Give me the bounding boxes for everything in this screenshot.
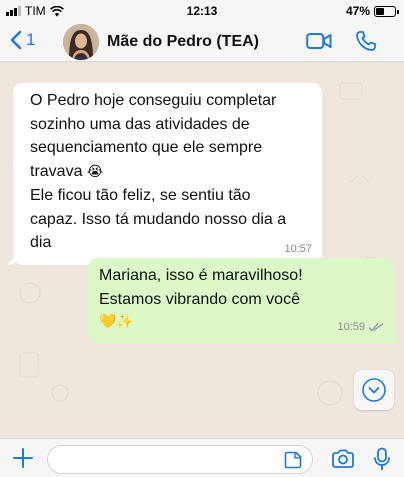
composer-bar [0, 438, 404, 477]
chat-area[interactable]: O Pedro hoje conseguiu completar sozinho… [0, 63, 404, 438]
message-text-line: Mariana, isso é maravilhoso! [99, 267, 303, 284]
contact-name[interactable]: Mãe do Pedro (TEA) [107, 33, 259, 51]
contact-photo [63, 24, 99, 60]
plus-icon[interactable] [12, 447, 34, 469]
message-text-line: Estamos vibrando com você [99, 290, 300, 308]
battery-percent: 47% [345, 4, 370, 18]
message-text-line: sozinho uma das atividades de [30, 115, 250, 133]
avatar[interactable] [63, 24, 99, 60]
unread-count: 1 [26, 30, 36, 49]
message-text-line: dia [30, 234, 52, 251]
chat-header: 1 Mãe do Pedro (TEA) [0, 22, 404, 62]
message-text-line: travava 😭 [30, 160, 310, 185]
chevron-left-icon [10, 30, 22, 50]
status-bar: TIM 12:13 47% [0, 0, 404, 22]
message-text-fragment: travava [30, 162, 83, 180]
message-timestamp: 10:59 [337, 320, 365, 333]
video-camera-icon[interactable] [306, 31, 332, 51]
message-meta: 10:59 [337, 316, 384, 340]
battery-icon [374, 5, 399, 17]
camera-icon[interactable] [331, 449, 355, 469]
incoming-message[interactable]: O Pedro hoje conseguiu completar sozinho… [13, 83, 322, 265]
microphone-icon[interactable] [373, 447, 391, 471]
chevron-down-circle-icon [362, 378, 386, 402]
phone-icon[interactable] [355, 30, 377, 52]
scroll-to-bottom-button[interactable] [354, 370, 394, 410]
outgoing-message[interactable]: Mariana, isso é maravilhoso! Estamos vib… [88, 258, 394, 343]
message-text-line: O Pedro hoje conseguiu completar [30, 92, 277, 109]
sticker-icon[interactable] [284, 451, 302, 469]
status-right: 47% [345, 4, 399, 18]
clock: 12:13 [186, 4, 218, 18]
message-text-line: capaz. Isso tá mudando nosso dia a [30, 210, 287, 228]
crying-emoji: 😭 [86, 163, 104, 180]
message-text-line: Ele ficou tão feliz, se sentiu tão [30, 187, 251, 204]
back-button[interactable]: 1 [10, 30, 35, 50]
message-text-line: sequenciamento que ele sempre [30, 139, 263, 156]
read-ticks-icon [368, 323, 384, 332]
message-input[interactable] [47, 445, 313, 474]
